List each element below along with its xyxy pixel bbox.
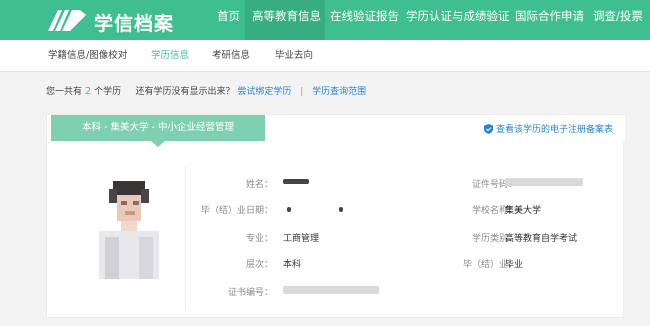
cert-number-redacted	[283, 286, 379, 294]
nav-online-report[interactable]: 在线验证报告	[330, 0, 399, 40]
photo-divider	[185, 165, 186, 309]
nav-higher-education[interactable]: 高等教育信息	[245, 0, 325, 40]
cert-link-text: 查看该学历的电子注册备案表	[495, 125, 613, 135]
missing-degree-question: 还有学历没有显示出来？	[135, 87, 235, 97]
nav-international[interactable]: 国际合作申请	[515, 0, 584, 40]
name-value-redacted	[283, 179, 309, 184]
level-label: 层次：	[245, 260, 273, 270]
nav-home[interactable]: 首页	[217, 0, 240, 40]
site-logo[interactable]: 学信档案	[46, 5, 196, 35]
graduation-date-redacted-a	[287, 207, 291, 212]
degree-count-info: 您一共有 2 个学历 还有学历没有显示出来？ 尝试绑定学历 | 学历查询范围	[46, 84, 366, 97]
level-value: 本科	[283, 260, 302, 270]
degree-tab[interactable]: 本科 - 集美大学 - 中小企业经营管理	[51, 115, 265, 141]
major-value: 工商管理	[283, 234, 320, 244]
category-value: 高等教育自学考试	[505, 234, 578, 244]
nav-degree-verification[interactable]: 学历认证与成绩验证	[406, 0, 510, 40]
count-prefix: 您一共有	[46, 87, 83, 97]
degree-tab-caret	[151, 141, 165, 147]
major-label: 专业：	[245, 234, 273, 244]
tab-postgrad-exam[interactable]: 考研信息	[212, 40, 250, 72]
link-divider: |	[300, 87, 304, 97]
shield-icon	[483, 124, 493, 134]
graduation-date-redacted-b	[339, 207, 343, 212]
book-logo-icon	[48, 10, 86, 31]
tab-enrollment-info[interactable]: 学籍信息/图像校对	[48, 40, 127, 72]
electronic-registration-link[interactable]: 查看该学历的电子注册备案表	[483, 122, 613, 135]
tab-degree-info[interactable]: 学历信息	[151, 40, 189, 72]
degree-card: 本科 - 集美大学 - 中小企业经营管理 查看该学历的电子注册备案表 姓名： 毕…	[46, 114, 625, 318]
name-label: 姓名：	[245, 180, 273, 190]
top-header: 学信档案 首页 高等教育信息 在线验证报告 学历认证与成绩验证 国际合作申请 调…	[0, 0, 650, 40]
school-name-value: 集美大学	[505, 206, 542, 216]
tab-graduation-destination[interactable]: 毕业去向	[275, 40, 313, 72]
nav-survey[interactable]: 调查/投票	[593, 0, 643, 40]
graduation-status-value: 毕业	[505, 260, 524, 270]
cert-number-label: 证书编号：	[227, 288, 273, 298]
id-number-redacted	[505, 178, 583, 186]
count-suffix: 个学历	[94, 87, 122, 97]
sub-navigation: 学籍信息/图像校对 学历信息 考研信息 毕业去向	[0, 40, 650, 72]
degree-count: 2	[84, 86, 92, 97]
student-photo	[91, 175, 167, 279]
bind-degree-link[interactable]: 尝试绑定学历	[237, 87, 291, 97]
brand-name: 学信档案	[94, 13, 175, 35]
query-scope-link[interactable]: 学历查询范围	[312, 87, 366, 97]
graduation-date-label: 毕（结）业日期：	[200, 206, 273, 216]
